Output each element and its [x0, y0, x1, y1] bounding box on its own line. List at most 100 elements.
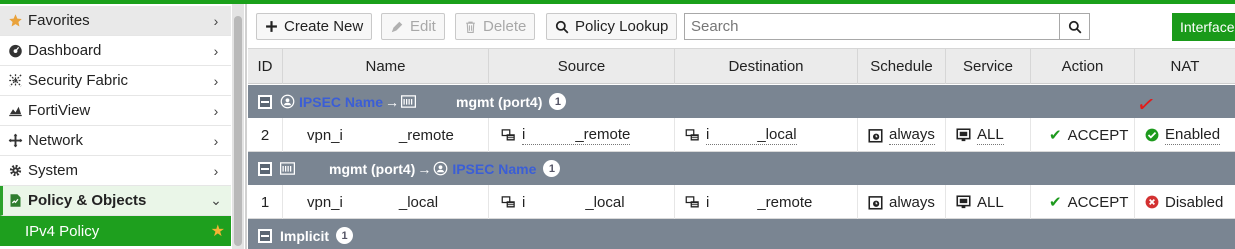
column-header-source[interactable]: Source	[489, 49, 675, 84]
group-header[interactable]: mgmt (port4) → IPSEC Name 1	[248, 152, 1235, 185]
sidebar: Favorites › Dashboard › Security Fabric …	[0, 4, 231, 249]
sidebar-item-label: Network	[28, 132, 84, 149]
chevron-right-icon: ›	[213, 102, 219, 119]
chevron-right-icon: ›	[213, 72, 219, 89]
search-button[interactable]	[1059, 14, 1089, 39]
chart-icon	[7, 103, 23, 119]
edit-button[interactable]: Edit	[381, 13, 445, 40]
sidebar-item-fortiview[interactable]: FortiView ›	[0, 96, 231, 126]
cell-source[interactable]: i _local	[489, 185, 675, 219]
table-row[interactable]: 2 vpn_i _remote i _remote i _local always	[248, 118, 1235, 152]
group-header[interactable]: IPSEC Name → mgmt (port4) 1	[248, 85, 1235, 118]
cell-action: ✔ ACCEPT	[1031, 185, 1135, 219]
chevron-right-icon: ›	[213, 42, 219, 59]
scrollbar-thumb[interactable]	[234, 16, 242, 246]
port-icon	[401, 95, 417, 108]
cell-service[interactable]: ALL	[946, 185, 1031, 219]
chevron-down-icon: ⌄	[210, 192, 222, 208]
cell-source[interactable]: i _remote	[489, 118, 675, 152]
sidebar-item-network[interactable]: Network ›	[0, 126, 231, 156]
checkmark-icon: ✔	[1049, 194, 1062, 211]
column-header-schedule[interactable]: Schedule	[858, 49, 946, 84]
count-badge: 1	[543, 160, 561, 177]
policy-lookup-button[interactable]: Policy Lookup	[546, 13, 678, 40]
cell-schedule[interactable]: always	[858, 118, 946, 152]
search-icon	[1068, 20, 1081, 33]
collapse-icon[interactable]	[258, 94, 272, 109]
star-icon[interactable]: ★	[211, 221, 225, 241]
create-new-button[interactable]: Create New	[256, 13, 373, 40]
cell-nat[interactable]: Enabled	[1135, 118, 1235, 152]
cell-service[interactable]: ALL	[946, 118, 1031, 152]
arrow-right-icon: →	[385, 93, 400, 110]
group-header-implicit[interactable]: Implicit 1	[248, 219, 1235, 249]
plus-icon	[265, 20, 278, 33]
service-value: ALL	[977, 125, 1004, 145]
sidebar-subitem-label: IPv4 Policy	[25, 222, 100, 240]
destination-address: i _remote	[706, 193, 813, 211]
column-header-name[interactable]: Name	[283, 49, 489, 84]
name-part: vpn_i	[307, 193, 343, 211]
interface-pair-view-button[interactable]: Interface	[1172, 13, 1235, 41]
sidebar-scrollbar[interactable]	[232, 4, 244, 249]
column-header-action[interactable]: Action	[1031, 49, 1135, 84]
address-icon	[501, 195, 516, 210]
source-address: i _remote	[522, 125, 631, 145]
sidebar-item-system[interactable]: System ›	[0, 156, 231, 186]
policy-icon	[7, 193, 23, 209]
address-icon	[685, 128, 700, 143]
network-icon	[7, 133, 23, 149]
sidebar-item-label: Dashboard	[28, 42, 102, 59]
sidebar-item-dashboard[interactable]: Dashboard ›	[0, 36, 231, 66]
sidebar-item-favorites[interactable]: Favorites ›	[0, 6, 231, 36]
cell-schedule[interactable]: always	[858, 185, 946, 219]
schedule-value: always	[889, 193, 935, 211]
cell-name: vpn_i _remote	[283, 118, 489, 152]
vpn-tunnel-icon	[433, 161, 448, 176]
column-header-destination[interactable]: Destination	[675, 49, 858, 84]
redaction	[342, 195, 399, 209]
delete-label: Delete	[483, 18, 527, 35]
vpn-tunnel-icon	[280, 94, 295, 109]
gear-icon	[7, 163, 23, 179]
divider	[245, 4, 247, 249]
service-icon	[956, 127, 971, 143]
collapse-icon[interactable]	[258, 228, 272, 243]
collapse-icon[interactable]	[258, 161, 272, 176]
pencil-icon	[390, 20, 404, 34]
cell-destination[interactable]: i _remote	[675, 185, 858, 219]
destination-address: i _local	[706, 125, 797, 145]
destination-interface: mgmt (port4)	[456, 93, 543, 110]
cell-action: ✔ ACCEPT	[1031, 118, 1135, 152]
cell-nat[interactable]: Disabled	[1135, 185, 1235, 219]
schedule-value: always	[889, 125, 935, 145]
cell-destination[interactable]: i _local	[675, 118, 858, 152]
policy-lookup-label: Policy Lookup	[575, 18, 669, 35]
address-icon	[501, 128, 516, 143]
name-part: _remote	[398, 126, 454, 144]
name-part: vpn_i	[307, 126, 343, 144]
cell-id: 2	[248, 118, 283, 152]
edit-label: Edit	[410, 18, 436, 35]
enabled-icon	[1145, 128, 1159, 142]
search-input[interactable]	[685, 14, 1059, 39]
service-icon	[956, 194, 971, 210]
column-header-nat[interactable]: NAT	[1135, 49, 1235, 84]
column-header-id[interactable]: ID	[248, 49, 283, 84]
dashboard-icon	[7, 43, 23, 59]
group-label: Implicit	[280, 227, 330, 244]
table-row[interactable]: 1 vpn_i _local i_local i_remote always	[248, 185, 1235, 219]
nat-value: Disabled	[1165, 193, 1224, 211]
sidebar-item-label: System	[28, 162, 79, 179]
port-icon	[280, 162, 295, 175]
column-header-service[interactable]: Service	[946, 49, 1031, 84]
sidebar-item-ipv4-policy[interactable]: IPv4 Policy ★	[0, 216, 231, 246]
star-icon	[7, 13, 23, 29]
trash-icon	[464, 20, 477, 34]
service-value: ALL	[977, 193, 1004, 211]
sidebar-item-policy-objects[interactable]: Policy & Objects ⌄	[0, 186, 231, 216]
toolbar: Create New Edit Delete Policy Lookup Int…	[248, 4, 1235, 48]
sidebar-item-security-fabric[interactable]: Security Fabric ›	[0, 66, 231, 96]
delete-button[interactable]: Delete	[455, 13, 536, 40]
destination-interface: IPSEC Name	[452, 160, 537, 177]
